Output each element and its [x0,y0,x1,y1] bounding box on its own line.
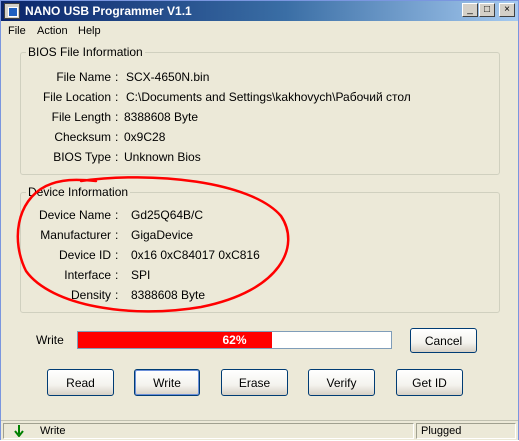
file-location-value: C:\Documents and Settings\kakhovych\Рабо… [126,90,411,104]
separator: : [115,228,119,242]
get-id-button[interactable]: Get ID [396,369,463,396]
status-pane-right: Plugged [416,423,516,439]
separator: : [115,70,119,84]
device-name-label: Device Name [38,208,111,222]
app-icon [4,3,20,19]
progress-bar: 62% [77,331,392,349]
device-id-value: 0x16 0xC84017 0xC816 [131,248,260,262]
status-pane-left: Write [3,423,414,439]
checksum-value: 0x9C28 [124,130,166,144]
progress-percent: 62% [222,333,247,347]
device-id-label: Device ID [58,248,111,262]
separator: : [115,90,119,104]
window-title: NANO USB Programmer V1.1 [25,4,192,18]
status-bar: Write Plugged [1,420,518,440]
separator: : [115,248,119,262]
menu-file[interactable]: File [8,25,26,37]
separator: : [115,288,119,302]
separator: : [115,110,119,124]
bios-type-value: Unknown Bios [124,150,201,164]
connection-status: Plugged [421,425,462,437]
bios-type-label: BIOS Type [53,150,111,164]
close-button[interactable]: × [499,3,515,17]
separator: : [115,268,119,282]
file-name-label: File Name [56,70,111,84]
device-info-legend: Device Information [28,185,129,199]
title-bar[interactable]: NANO USB Programmer V1.1 _ □ × [1,1,518,21]
app-window: NANO USB Programmer V1.1 _ □ × File Acti… [0,0,519,440]
file-length-value: 8388608 Byte [124,110,199,124]
manufacturer-value: GigaDevice [131,228,194,242]
interface-value: SPI [131,268,151,282]
device-name-value: Gd25Q64B/C [131,208,204,222]
separator: : [115,208,119,222]
menu-bar: File Action Help [1,21,518,40]
file-length-label: File Length [51,110,111,124]
write-button[interactable]: Write [134,369,200,396]
separator: : [115,130,119,144]
file-name-value: SCX-4650N.bin [126,70,210,84]
maximize-button[interactable]: □ [479,3,495,17]
menu-help[interactable]: Help [78,25,101,37]
interface-label: Interface [64,268,111,282]
down-arrow-icon [14,425,24,437]
progress-label: Write [36,333,64,347]
separator: : [115,150,119,164]
file-location-label: File Location [42,90,111,104]
density-label: Density [70,288,111,302]
density-value: 8388608 Byte [131,288,206,302]
minimize-button[interactable]: _ [462,3,478,17]
status-text: Write [40,425,66,437]
manufacturer-label: Manufacturer [40,228,111,242]
verify-button[interactable]: Verify [308,369,375,396]
erase-button[interactable]: Erase [221,369,288,396]
bios-info-legend: BIOS File Information [28,45,143,59]
checksum-label: Checksum [54,130,111,144]
menu-action[interactable]: Action [37,25,68,37]
cancel-button[interactable]: Cancel [410,328,477,353]
read-button[interactable]: Read [47,369,114,396]
